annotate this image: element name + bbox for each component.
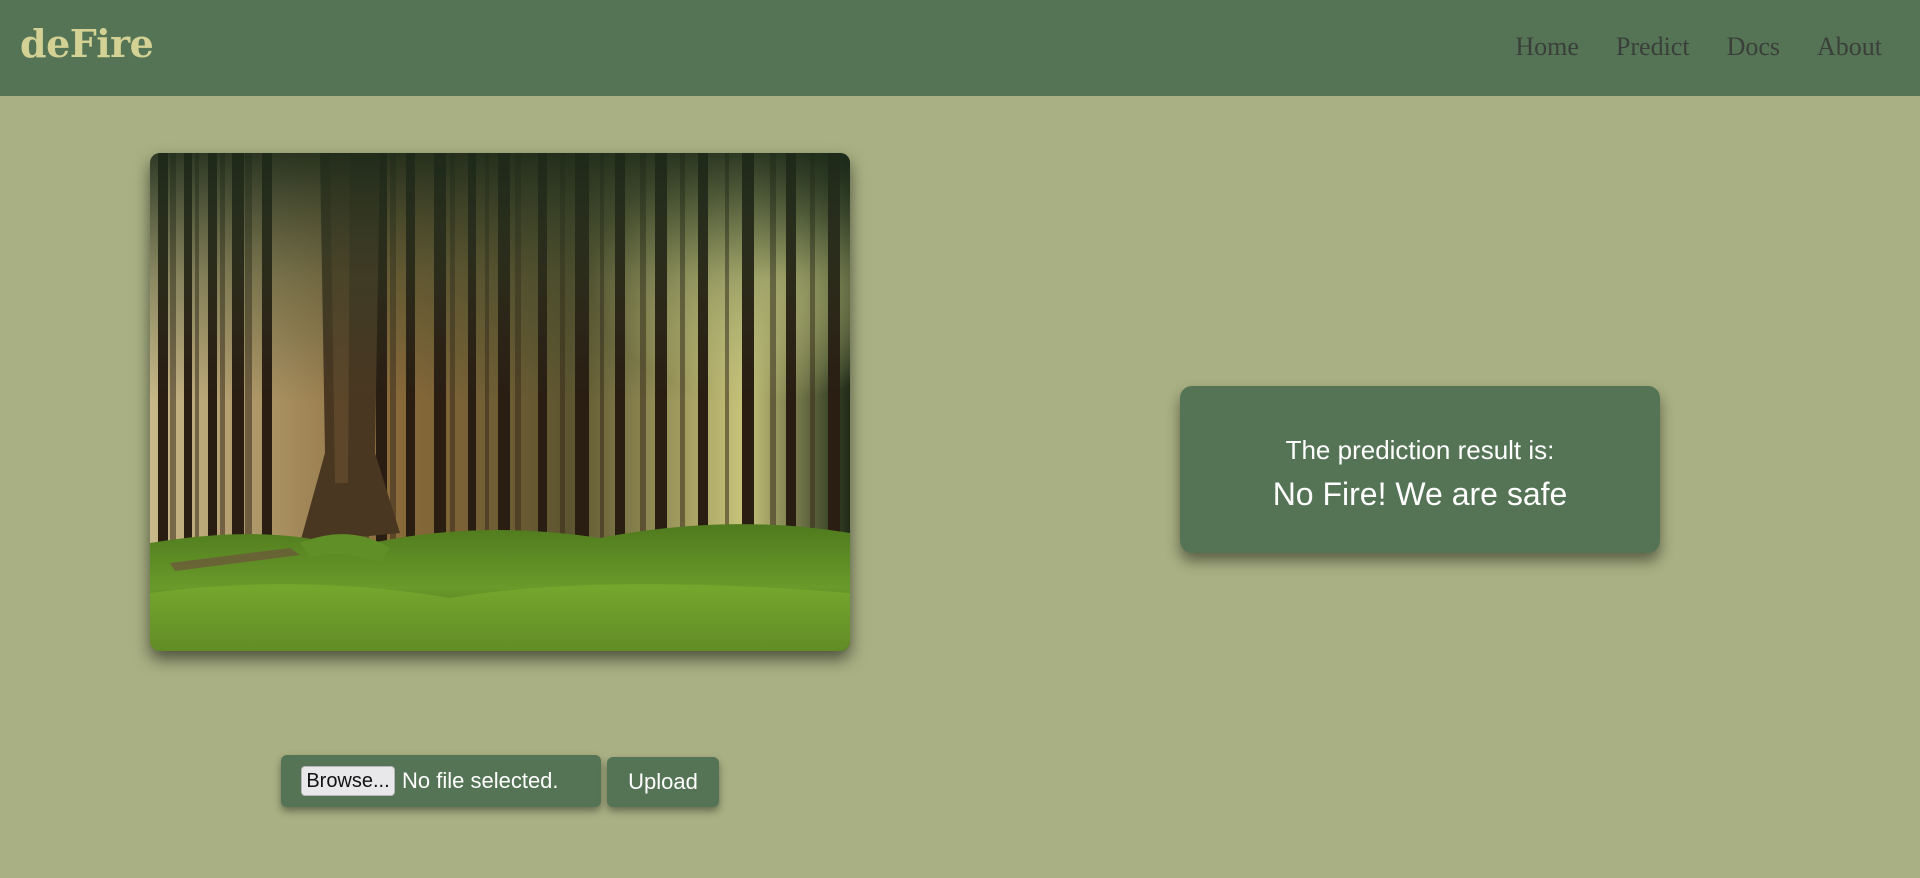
file-status-text: No file selected. bbox=[402, 768, 559, 793]
prediction-result-label: The prediction result is: bbox=[1285, 435, 1555, 465]
prediction-result-value: No Fire! We are safe bbox=[1272, 476, 1568, 512]
nav-link-about[interactable]: About bbox=[1817, 30, 1882, 64]
prediction-result-card: The prediction result is: No Fire! We ar… bbox=[1180, 386, 1660, 553]
uploaded-forest-image bbox=[150, 153, 850, 651]
nav-link-predict[interactable]: Predict bbox=[1616, 30, 1690, 64]
upload-button[interactable]: Upload bbox=[607, 757, 719, 807]
nav-link-home[interactable]: Home bbox=[1515, 30, 1579, 64]
nav-links: Home Predict Docs About bbox=[1515, 30, 1882, 64]
file-input-group: Browse... No file selected. bbox=[281, 755, 601, 807]
browse-button[interactable]: Browse... bbox=[301, 766, 395, 796]
navbar: deFire Home Predict Docs About bbox=[0, 0, 1920, 96]
nav-link-docs[interactable]: Docs bbox=[1727, 30, 1780, 64]
brand-logo[interactable]: deFire bbox=[20, 20, 154, 68]
forest-image-illustration bbox=[150, 153, 850, 651]
